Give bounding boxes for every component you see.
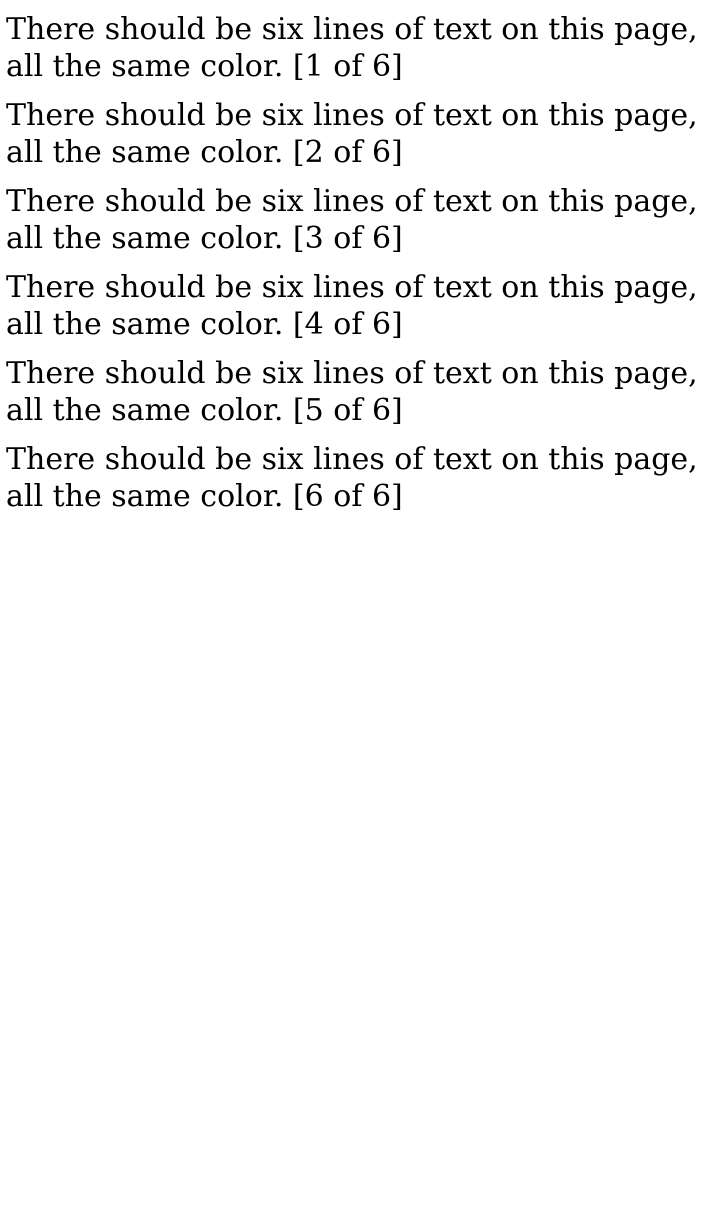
text-line-6: There should be six lines of text on thi… <box>6 442 698 514</box>
text-line-1: There should be six lines of text on thi… <box>6 12 698 84</box>
text-line-2: There should be six lines of text on thi… <box>6 98 698 170</box>
page-content: There should be six lines of text on thi… <box>6 11 706 527</box>
text-line-3: There should be six lines of text on thi… <box>6 184 698 256</box>
text-line-4: There should be six lines of text on thi… <box>6 270 698 342</box>
text-line-5: There should be six lines of text on thi… <box>6 356 698 428</box>
